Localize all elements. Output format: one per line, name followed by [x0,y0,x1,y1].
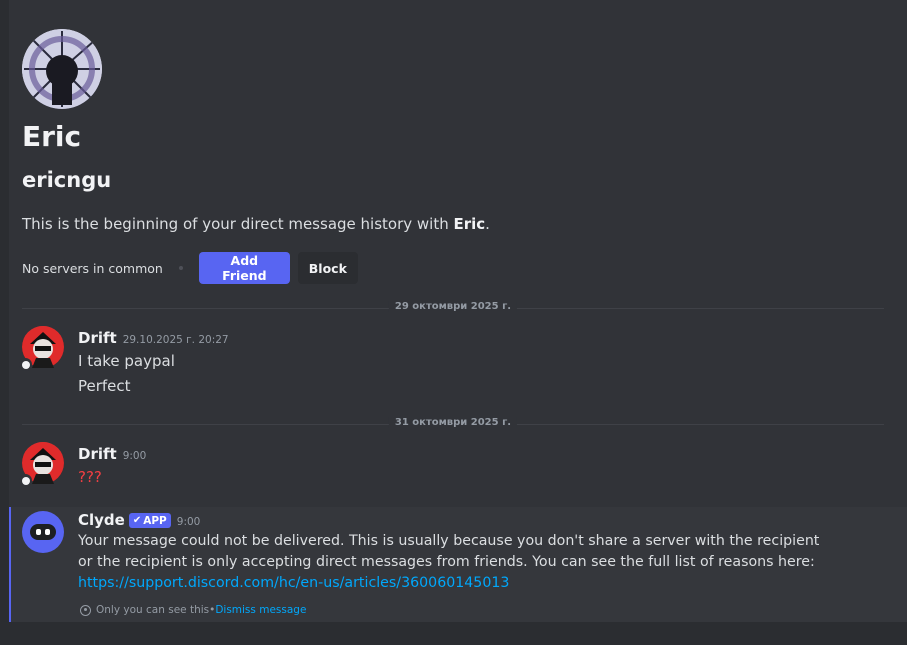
avatar[interactable] [19,326,64,371]
message-author[interactable]: Clyde ✔ APP 9:00 [78,511,200,529]
eye-icon [80,604,91,616]
author-name[interactable]: Clyde [78,511,125,529]
verified-check-icon: ✔ [132,515,142,526]
only-you-text: Only you can see this [96,604,210,616]
message-timestamp[interactable]: 29.10.2025 г. 20:27 [123,334,229,346]
block-button[interactable]: Block [297,252,358,284]
recipient-username: ericngu [22,168,112,192]
desc-name: Eric [453,215,486,233]
message-content: Your message could not be delivered. Thi… [78,531,838,594]
add-friend-button[interactable]: Add Friend [198,252,290,284]
dismiss-message-link[interactable]: Dismiss message [215,604,306,616]
left-edge [0,0,9,645]
welcome-actions: No servers in common Add Friend Block [22,252,358,284]
date-divider: 29 октомври 2025 г. [22,301,884,312]
message-author[interactable]: Drift 29.10.2025 г. 20:27 [78,329,229,347]
clyde-message-text: Your message could not be delivered. Thi… [78,533,820,570]
ephemeral-message: Clyde ✔ APP 9:00 Your message could not be … [9,507,907,622]
app-badge-label: APP [143,514,167,527]
support-article-link[interactable]: https://support.discord.com/hc/en-us/art… [78,575,509,591]
status-indicator-icon [19,358,32,371]
date-divider: 31 октомври 2025 г. [22,417,884,428]
author-name[interactable]: Drift [78,329,117,347]
dm-history-description: This is the beginning of your direct mes… [22,215,490,233]
clyde-avatar[interactable] [22,511,64,553]
date-divider-label: 31 октомври 2025 г. [388,417,518,428]
desc-suffix: . [485,215,490,233]
status-indicator-icon [19,474,32,487]
app-badge: ✔ APP [128,513,171,528]
clyde-bot-icon [30,524,56,540]
ephemeral-notice: Only you can see this • Dismiss message [80,604,306,616]
message-content: I take paypal [78,352,175,370]
bottom-edge [0,622,907,645]
date-divider-label: 29 октомври 2025 г. [388,301,518,312]
separator-dot [178,266,183,270]
avatar[interactable] [19,442,64,487]
message-timestamp[interactable]: 9:00 [177,516,201,528]
message-content: ??? [78,468,102,486]
avatar-image [22,29,102,109]
chat-area: Eric ericngu This is the beginning of yo… [9,0,907,622]
no-servers-in-common[interactable]: No servers in common [22,261,163,276]
recipient-display-name: Eric [22,120,82,153]
message-author[interactable]: Drift 9:00 [78,445,146,463]
message-timestamp[interactable]: 9:00 [123,450,147,462]
message-content: Perfect [78,377,131,395]
desc-prefix: This is the beginning of your direct mes… [22,215,454,233]
author-name[interactable]: Drift [78,445,117,463]
recipient-avatar[interactable] [22,29,102,109]
